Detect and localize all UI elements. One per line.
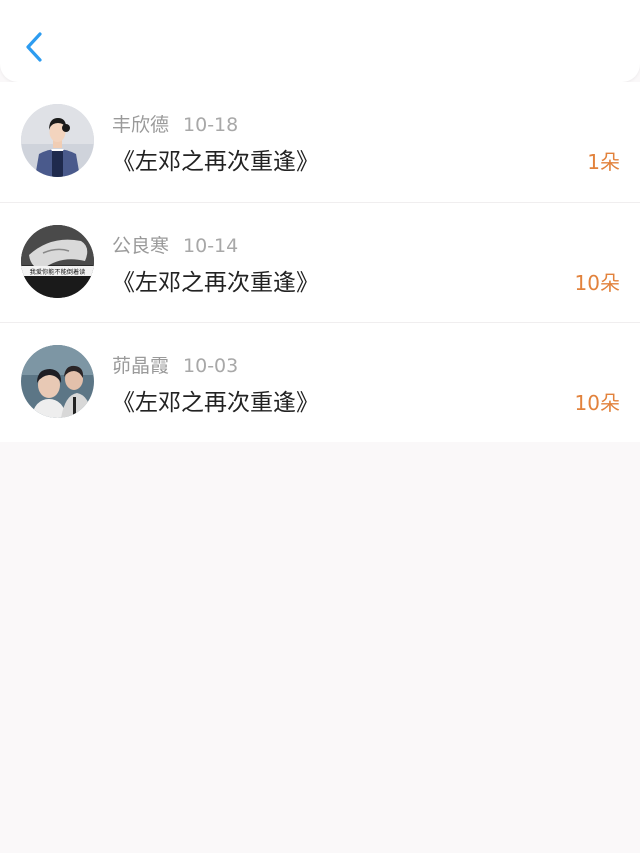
avatar-caption: 我爱你能不能倒着读: [30, 268, 86, 276]
gift-record-list: 丰欣德 10-18 《左邓之再次重逢》 1朵 我爱你能不能倒着读 公良寒 10-14…: [0, 82, 640, 442]
sender-name: 公良寒: [112, 235, 170, 257]
back-button[interactable]: [14, 24, 54, 70]
record-date: 10-14: [183, 235, 239, 257]
sender-name: 茆晶霞: [112, 355, 170, 377]
flower-count: 10朵: [574, 391, 620, 415]
record-meta: 茆晶霞 10-03: [112, 351, 238, 378]
list-item[interactable]: 丰欣德 10-18 《左邓之再次重逢》 1朵: [0, 82, 640, 203]
list-item[interactable]: 我爱你能不能倒着读 公良寒 10-14 《左邓之再次重逢》 10朵: [0, 203, 640, 323]
avatar[interactable]: [21, 345, 94, 418]
record-date: 10-18: [183, 114, 239, 136]
list-item[interactable]: 茆晶霞 10-03 《左邓之再次重逢》 10朵: [0, 323, 640, 442]
avatar[interactable]: 我爱你能不能倒着读: [21, 225, 94, 298]
flower-count: 1朵: [587, 150, 620, 174]
sender-name: 丰欣德: [112, 114, 170, 136]
book-title: 《左邓之再次重逢》: [112, 149, 319, 175]
flower-count: 10朵: [574, 271, 620, 295]
chevron-left-icon: [26, 32, 42, 62]
record-date: 10-03: [183, 355, 239, 377]
avatar[interactable]: [21, 104, 94, 177]
book-title: 《左邓之再次重逢》: [112, 390, 319, 416]
top-bar: [0, 0, 640, 82]
record-meta: 公良寒 10-14: [112, 231, 238, 258]
record-meta: 丰欣德 10-18: [112, 110, 238, 137]
book-title: 《左邓之再次重逢》: [112, 270, 319, 296]
